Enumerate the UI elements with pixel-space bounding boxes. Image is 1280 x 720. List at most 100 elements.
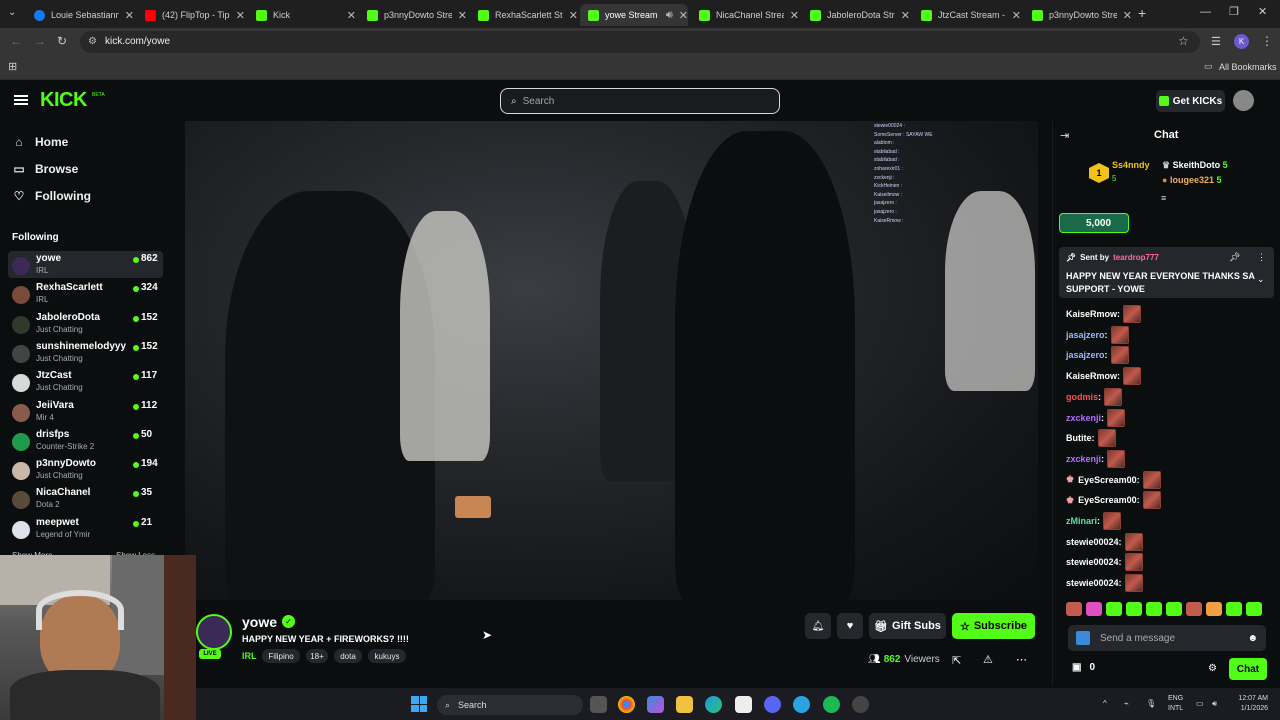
volume-icon[interactable]: 🔊︎ [1212,699,1217,709]
nav-browse[interactable]: ▭ Browse [12,162,78,176]
quick-emote-icon[interactable] [1086,602,1102,616]
following-item[interactable]: NicaChanel Dota 2 35 [8,485,163,512]
kicks-gift-banner[interactable]: 5,000 [1059,213,1129,233]
close-icon[interactable]: ✕ [458,9,467,22]
tab-p3nny-2[interactable]: p3nnyDowto Strea ✕ [1024,4,1132,26]
all-bookmarks-link[interactable]: All Bookmarks [1219,62,1277,72]
nav-home[interactable]: ⌂ Home [12,135,68,149]
chrome-icon[interactable] [618,696,635,713]
browser-menu-icon[interactable]: ⋮ [1261,34,1273,48]
more-options-icon[interactable]: ⋯ [1016,653,1027,666]
following-item[interactable]: JeiiVara Mir 4 112 [8,398,163,425]
tag-kukuys[interactable]: kukuys [368,649,406,663]
tab-rexha[interactable]: RexhaScarlett Stre ✕ [470,4,578,26]
chat-username[interactable]: EyeScream00 [1078,475,1137,485]
close-icon[interactable]: ✕ [1012,9,1021,22]
close-icon[interactable]: ✕ [125,9,134,22]
display-icon[interactable]: ▭ [1196,699,1204,708]
mic-icon[interactable]: 🎙︎ [1146,699,1156,708]
user-avatar[interactable] [1233,90,1254,111]
back-icon[interactable]: ← [10,34,22,48]
kick-logo[interactable]: KICK [40,89,87,112]
leader-name[interactable]: ● lougee321 5 [1162,175,1222,185]
channel-points[interactable]: ▣ 0 [1072,662,1095,673]
following-item[interactable]: JtzCast Just Chatting 117 [8,368,163,395]
network-icon[interactable]: ⌁ [1124,699,1129,708]
taskbar-search[interactable]: ⌕ Search [437,695,583,715]
close-icon[interactable]: ✕ [1123,9,1132,22]
chevron-down-icon[interactable]: ⌄ [1257,274,1265,285]
leader-name[interactable]: ♛ SkeithDoto 5 [1162,160,1228,171]
chat-username[interactable]: zxckenji [1066,454,1101,464]
quick-emote-icon[interactable] [1146,602,1162,616]
chat-send-button[interactable]: Chat [1229,658,1267,680]
tag-dota[interactable]: dota [334,649,362,663]
get-kicks-button[interactable]: Get KICKs [1156,90,1225,112]
chat-username[interactable]: stewie00024 [1066,557,1119,567]
emoji-icon[interactable]: ☻ [1247,633,1258,644]
discord-icon[interactable] [764,696,781,713]
leader-name[interactable]: Ss4nndy [1112,160,1150,170]
speaker-icon[interactable]: 🔊︎ [666,9,673,22]
tag-filipino[interactable]: Filipino [262,649,300,663]
tag-18plus[interactable]: 18+ [306,649,328,663]
apps-grid-icon[interactable]: ⊞ [8,60,17,73]
tray-chevron-icon[interactable]: ^ [1103,699,1107,708]
quick-emote-icon[interactable] [1206,602,1222,616]
reading-list-icon[interactable]: ☰ [1211,35,1221,48]
tab-search-icon[interactable]: ⌄ [8,7,16,18]
chat-username[interactable]: zxckenji [1066,413,1101,423]
windows-start-icon[interactable] [411,696,427,712]
new-tab-button[interactable]: + [1138,5,1146,21]
tab-yowe[interactable]: yowe Stream 🔊︎ ✕ [580,4,688,26]
quick-emote-icon[interactable] [1106,602,1122,616]
task-view-icon[interactable] [590,696,607,713]
following-item[interactable]: yowe IRL 862 [8,251,163,278]
quick-emote-icon[interactable] [1226,602,1242,616]
maximize-button[interactable]: ❐ [1229,5,1239,18]
chat-username[interactable]: EyeScream00 [1078,495,1137,505]
close-icon[interactable]: ✕ [901,9,910,22]
chat-username[interactable]: jasajzero [1066,330,1105,340]
telegram-icon[interactable] [793,696,810,713]
minimize-button[interactable]: — [1200,6,1211,18]
quick-emote-icon[interactable] [1246,602,1262,616]
close-icon[interactable]: ✕ [679,9,688,22]
chat-input[interactable]: Send a message ☻ [1068,625,1266,651]
following-item[interactable]: p3nnyDowto Just Chatting 194 [8,456,163,483]
tab-jtzcast[interactable]: JtzCast Stream - V ✕ [913,4,1021,26]
language-indicator[interactable]: ENG INTL [1168,694,1183,714]
chat-username[interactable]: stewie00024 [1066,578,1119,588]
clock[interactable]: 12:07 AM 1/1/2026 [1230,694,1268,714]
forward-icon[interactable]: → [34,34,46,48]
close-icon[interactable]: ✕ [790,9,799,22]
chat-username[interactable]: Butite [1066,433,1092,443]
file-explorer-icon[interactable] [676,696,693,713]
edge-icon[interactable] [705,696,722,713]
following-item[interactable]: meepwet Legend of Ymir 21 [8,515,163,542]
tab-fliptop[interactable]: (42) FlipTop - Tips ✕ [137,4,245,26]
close-icon[interactable]: ✕ [569,9,578,22]
following-item[interactable]: sunshinemelodyyy Just Chatting 152 [8,339,163,366]
nav-following[interactable]: ♡ Following [12,189,91,203]
chat-settings-icon[interactable]: ⚙ [1208,663,1217,674]
tab-jabolero[interactable]: JaboleroDota Stre ✕ [802,4,910,26]
obs-icon[interactable] [852,696,869,713]
expand-leaderboard-icon[interactable]: ≡ [1161,193,1166,203]
reload-icon[interactable]: ↻ [57,34,67,48]
spotify-icon[interactable] [823,696,840,713]
tab-kick[interactable]: Kick ✕ [248,4,356,26]
hamburger-menu-icon[interactable] [14,95,28,105]
following-item[interactable]: drisfps Counter-Strike 2 50 [8,427,163,454]
streamer-name[interactable]: yowe [242,614,277,630]
quick-emote-icon[interactable] [1066,602,1082,616]
quick-emote-icon[interactable] [1126,602,1142,616]
stream-category[interactable]: IRL [242,651,257,661]
copilot-icon[interactable] [647,696,664,713]
site-info-icon[interactable]: ⚙ [88,36,97,47]
share-icon[interactable]: ⇱ [952,654,961,667]
url-text[interactable]: kick.com/yowe [105,36,170,47]
quick-emote-icon[interactable] [1166,602,1182,616]
address-bar[interactable]: ⚙ kick.com/yowe ☆ [80,31,1200,53]
gift-subs-button[interactable]: 🎁︎ Gift Subs [869,613,946,639]
